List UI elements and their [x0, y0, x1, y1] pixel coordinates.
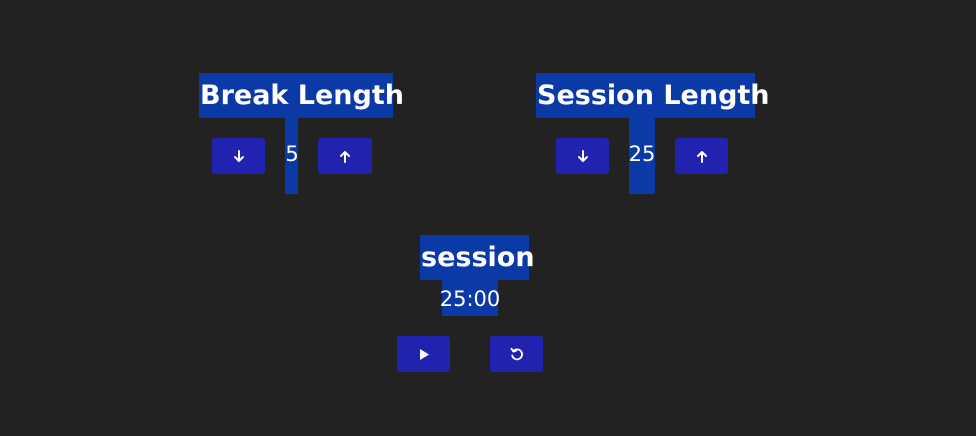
reset-button[interactable] [490, 336, 543, 372]
session-length-value: 25 [628, 142, 656, 166]
arrow-up-icon [339, 150, 351, 163]
play-icon [418, 348, 430, 361]
timer-label: session [420, 235, 535, 280]
reset-icon [510, 347, 524, 361]
session-length-title: Session Length [536, 73, 770, 118]
break-length-value: 5 [285, 142, 299, 166]
break-increment-button[interactable] [318, 138, 372, 174]
timer-display: 25:00 [439, 287, 501, 311]
start-stop-button[interactable] [397, 336, 450, 372]
break-length-title: Break Length [199, 73, 404, 118]
arrow-up-icon [696, 150, 708, 163]
session-increment-button[interactable] [675, 138, 728, 174]
session-decrement-button[interactable] [556, 138, 609, 174]
break-decrement-button[interactable] [212, 138, 265, 174]
arrow-down-icon [577, 149, 589, 163]
arrow-down-icon [233, 149, 245, 163]
